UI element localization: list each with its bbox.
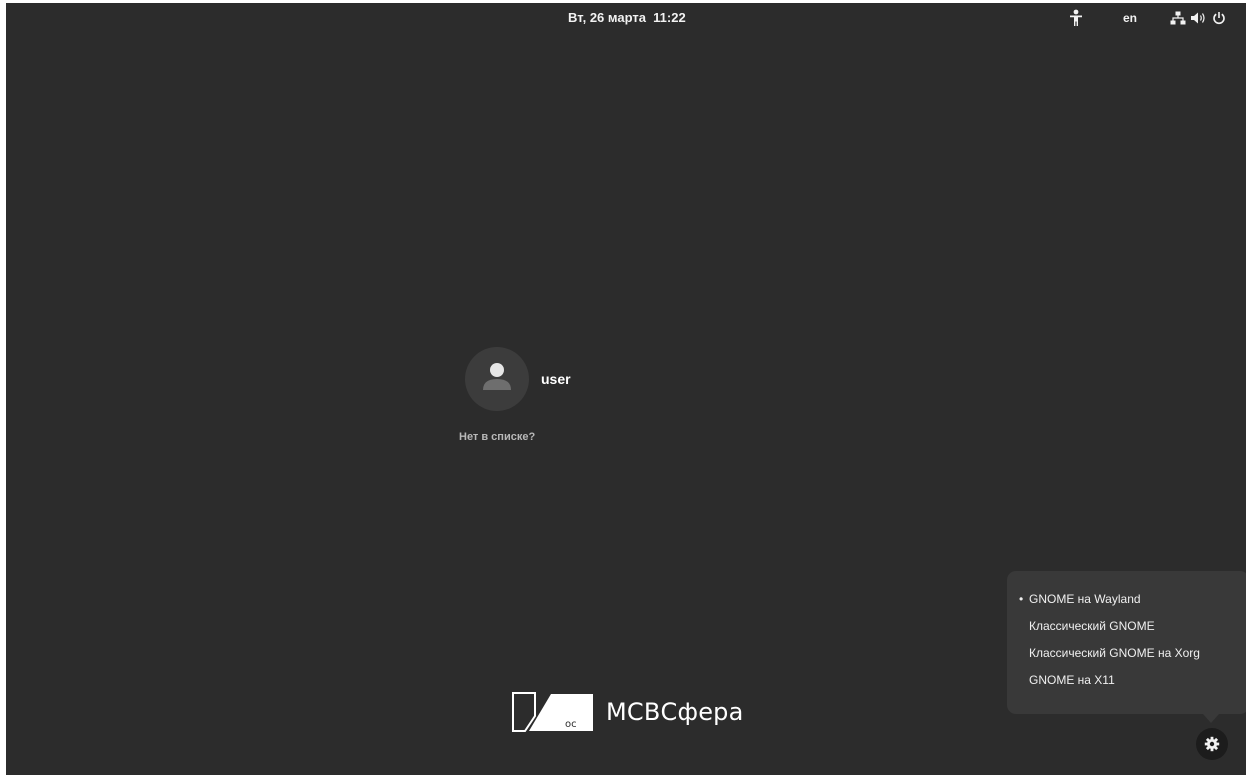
session-settings-button[interactable] xyxy=(1196,728,1228,760)
volume-icon[interactable] xyxy=(1190,9,1207,27)
session-item-gnome-x11[interactable]: GNOME на X11 xyxy=(1007,667,1246,694)
top-bar: Вт, 26 марта 11:22 en xyxy=(6,3,1246,33)
network-icon[interactable] xyxy=(1170,9,1186,27)
session-item-label: Классический GNOME на Xorg xyxy=(1029,646,1200,660)
accessibility-icon[interactable] xyxy=(1069,9,1083,27)
session-item-label: GNOME на Wayland xyxy=(1029,592,1141,606)
session-item-label: GNOME на X11 xyxy=(1029,673,1115,687)
session-item-gnome-classic-xorg[interactable]: Классический GNOME на Xorg xyxy=(1007,640,1246,667)
logo-text: МСВСфера xyxy=(606,698,744,726)
session-menu-pointer xyxy=(1203,714,1219,723)
session-item-gnome-wayland[interactable]: • GNOME на Wayland xyxy=(1007,586,1246,613)
keyboard-layout-indicator[interactable]: en xyxy=(1123,11,1137,25)
session-item-gnome-classic[interactable]: Классический GNOME xyxy=(1007,613,1246,640)
power-icon[interactable] xyxy=(1212,9,1226,27)
date-time-clock[interactable]: Вт, 26 марта 11:22 xyxy=(568,10,686,25)
selected-indicator: • xyxy=(1019,592,1024,606)
user-entry[interactable]: user xyxy=(465,347,571,411)
distribution-logo: ос МСВСфера xyxy=(511,691,744,733)
user-avatar xyxy=(465,347,529,411)
gear-icon xyxy=(1204,736,1220,752)
logo-badge-text: ос xyxy=(565,719,577,730)
user-avatar-icon xyxy=(483,363,511,390)
msvsfera-logo-icon: ос xyxy=(512,692,593,732)
session-item-label: Классический GNOME xyxy=(1029,619,1155,633)
session-menu: • GNOME на Wayland Классический GNOME Кл… xyxy=(1007,571,1246,714)
username-label: user xyxy=(541,371,571,387)
login-screen: Вт, 26 марта 11:22 en user Нет в списке?… xyxy=(6,3,1246,775)
not-listed-link[interactable]: Нет в списке? xyxy=(459,431,535,443)
